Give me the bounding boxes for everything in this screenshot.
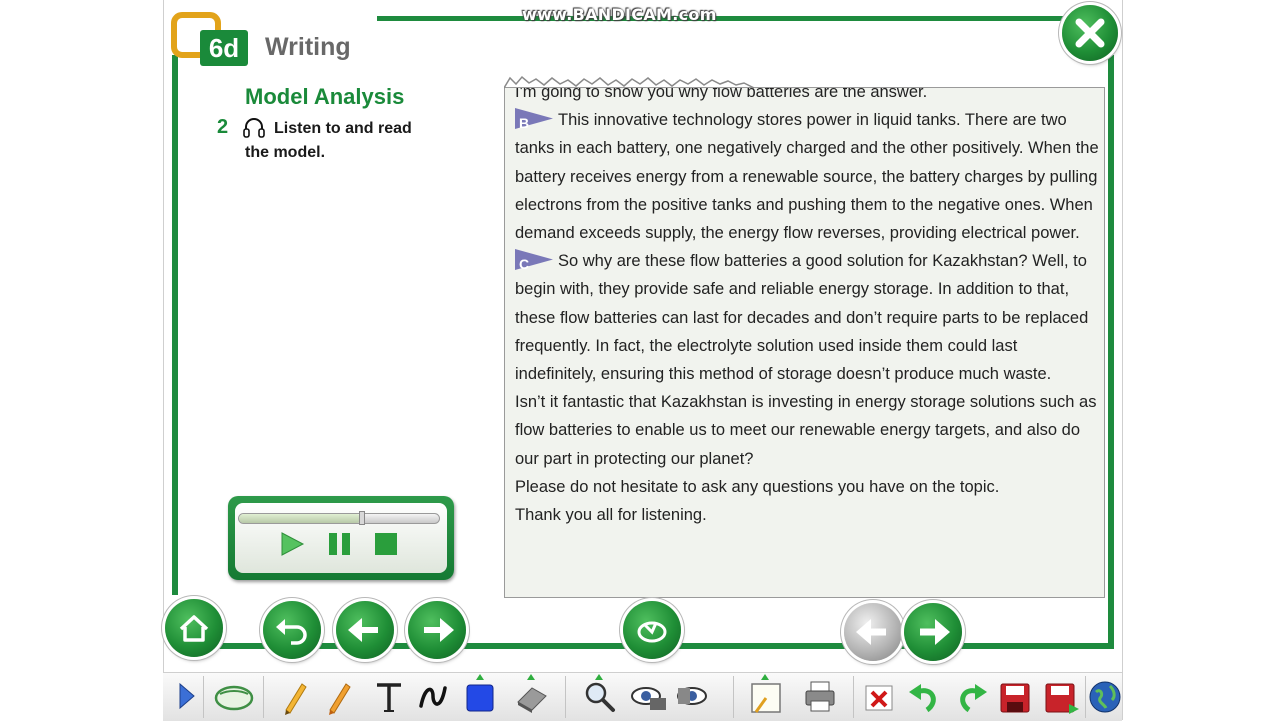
toolbar-highlighter-button[interactable] [320,676,358,716]
toolbar-zoom-button[interactable] [580,674,618,716]
toolbar-separator [853,676,854,718]
task-instruction: Listen to and read the model. [245,120,412,161]
toolbar-web-button[interactable] [1086,676,1122,716]
paragraph-d: Isn’t it fantastic that Kazakhstan is in… [515,393,1097,468]
toolbar-reveal-button[interactable] [672,676,714,716]
active-tip [476,674,484,680]
paragraph-c-text: So why are these flow batteries a good s… [515,252,1089,384]
recorder-watermark: www.BANDICAM.com [522,5,717,24]
paragraph-b: B This innovative technology stores power… [515,106,1100,247]
globe-icon [1089,681,1121,713]
toolbar-pen-button[interactable] [276,676,314,716]
eraser-icon [517,687,547,713]
pencil-icon [285,683,307,715]
app-border-right [1122,0,1123,720]
previous-page-button[interactable] [844,603,902,661]
frame-right [1108,55,1114,645]
toolbar-eraser-button[interactable] [512,674,550,716]
toolbar-print-button[interactable] [801,676,839,716]
toolbar-select-button[interactable] [212,676,256,716]
toolbar-undo-button[interactable] [905,676,943,716]
text-icon [377,683,401,712]
toolbar-separator [263,676,264,718]
toolbar-save-as-button[interactable] [1043,676,1081,716]
print-icon [805,681,835,712]
mouse-icon [214,685,254,711]
app-border-left [163,0,164,720]
toolbar-save-button[interactable] [996,676,1034,716]
save-icon [1000,683,1030,713]
toolbar-clear-button[interactable] [860,676,898,716]
highlighter-icon [329,683,351,715]
close-button[interactable] [1062,5,1118,61]
toolbar-expand-button[interactable] [170,676,200,716]
expand-arrow-icon [179,682,195,710]
save-as-icon [1045,683,1079,714]
undo-icon [909,684,936,713]
refresh-button[interactable] [623,601,681,659]
hide-reveal-icon [677,687,707,705]
audio-progress-fill [239,514,361,523]
back-button[interactable] [336,601,394,659]
toolbar-freehand-button[interactable] [415,676,453,716]
frame-top [377,16,1107,21]
model-text-panel: I'm going to show you why flow batteries… [504,87,1105,598]
lesson-number-badge: 6d [200,30,248,66]
paragraph-marker-c: C [515,249,553,272]
toolbar-separator [203,676,204,718]
audio-progress-thumb[interactable] [359,511,365,525]
next-page-button[interactable] [904,603,962,661]
frame-left [172,55,178,595]
zoom-icon [585,682,615,712]
lesson-title: Writing [265,33,351,61]
undo-nav-button[interactable] [263,601,321,659]
toolbar-shape-button[interactable] [461,674,499,716]
paragraph-marker-b: B [515,108,553,131]
toolbar-separator [565,676,566,718]
model-text: I'm going to show you why flow batteries… [515,88,1100,529]
task-number: 2 [217,116,229,138]
active-tip [527,674,535,680]
pause-icon[interactable] [326,530,354,558]
clear-icon [865,685,893,711]
paragraph-c: C So why are these flow batteries a good … [515,247,1100,388]
shape-icon [466,684,494,712]
toolbar-spotlight-button[interactable] [628,676,670,716]
stop-icon[interactable] [372,530,400,558]
freehand-icon [419,686,447,708]
toolbar-notepad-button[interactable] [746,674,784,716]
paragraph-f: Thank you all for listening. [515,506,707,525]
toolbar-text-button[interactable] [370,676,408,716]
redo-icon [960,684,987,713]
spotlight-icon [631,687,666,710]
paragraph-e: Please do not hesitate to ask any questi… [515,477,1000,496]
active-tip [595,674,603,680]
active-tip [761,674,769,680]
toolbar-separator [733,676,734,718]
refresh-icon [637,621,667,643]
toolbar-redo-button[interactable] [953,676,991,716]
forward-button[interactable] [408,601,466,659]
previous-page-icon [856,619,886,645]
notepad-icon [751,683,781,713]
home-icon [179,615,209,642]
section-title: Model Analysis [245,84,405,109]
paragraph-b-text: This innovative technology stores power … [515,111,1099,243]
arrow-right-icon [424,618,454,642]
play-icon[interactable] [278,530,306,558]
arrow-left-icon [348,618,378,642]
torn-paper-edge [504,75,754,89]
undo-icon [276,619,307,645]
next-page-icon [920,619,950,645]
home-button[interactable] [165,599,223,657]
close-icon [1075,18,1105,48]
